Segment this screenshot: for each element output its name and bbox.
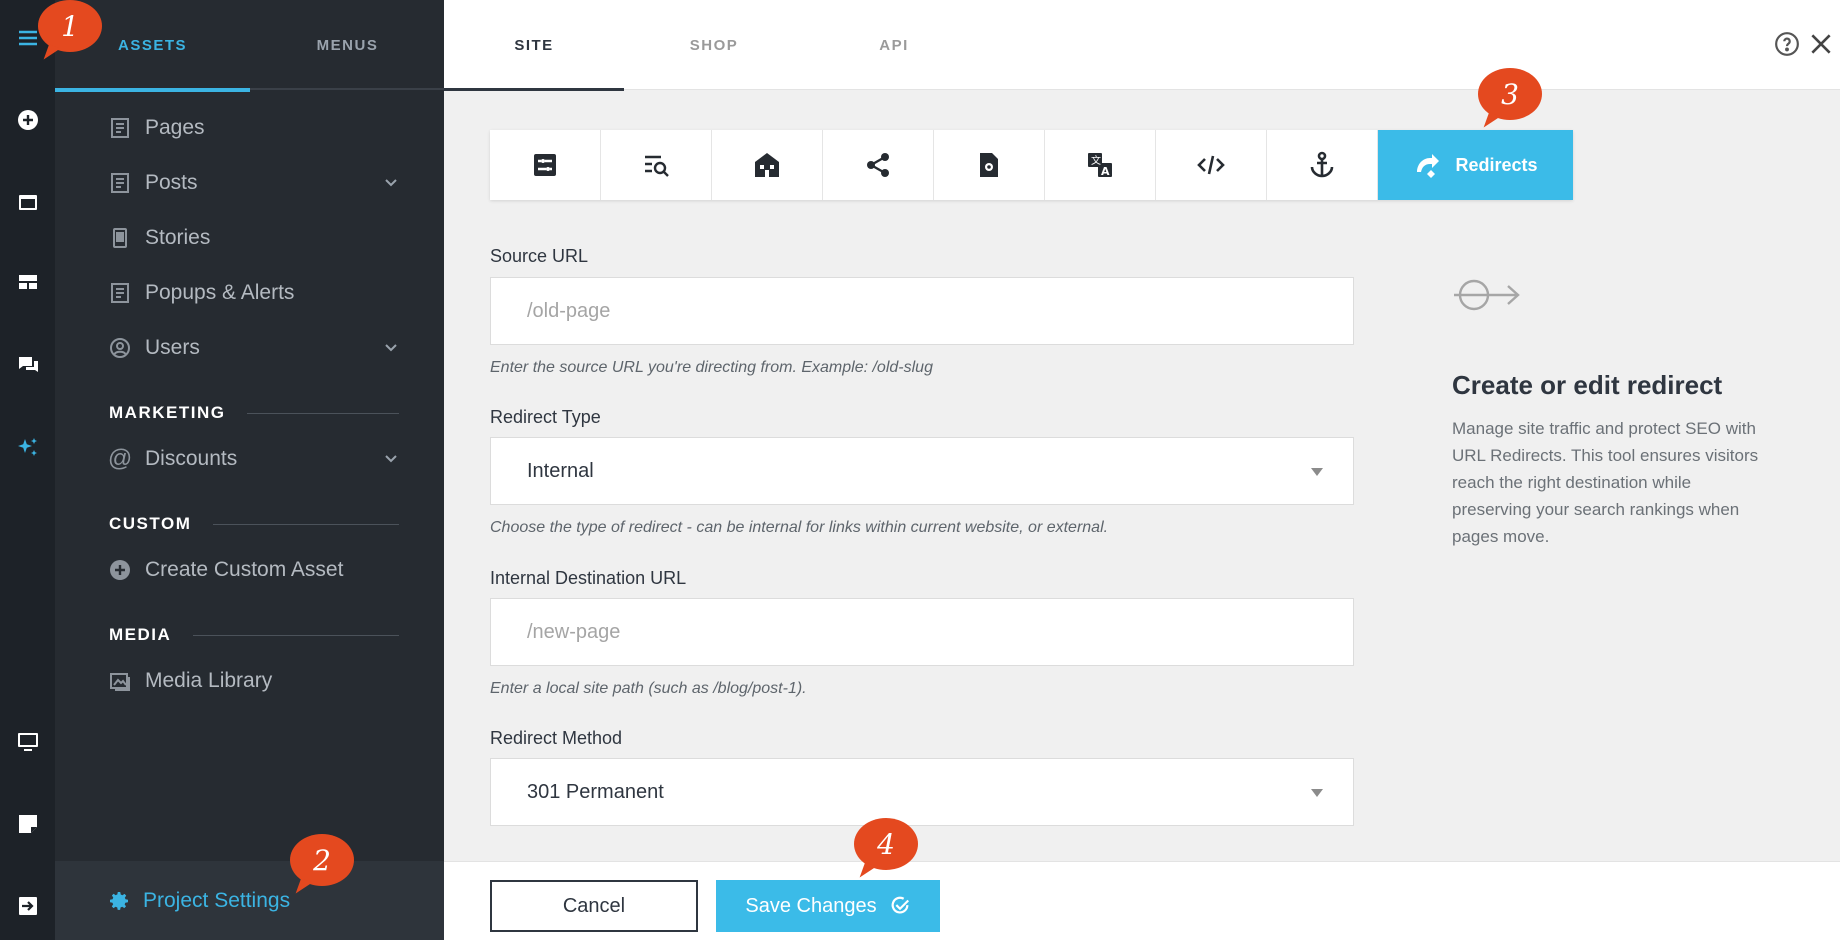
check-circle-icon bbox=[891, 896, 909, 914]
redirect-method-value: 301 Permanent bbox=[527, 780, 664, 803]
chevron-down-icon[interactable] bbox=[383, 339, 399, 355]
tab-api[interactable]: API bbox=[804, 0, 984, 90]
sidebar-item-pages[interactable]: Pages bbox=[109, 108, 399, 148]
comments-icon[interactable] bbox=[0, 345, 55, 385]
redirect-type-select[interactable]: Internal bbox=[490, 437, 1354, 505]
story-icon bbox=[109, 227, 131, 249]
sidebar-item-posts[interactable]: Posts bbox=[109, 163, 399, 203]
top-bar: SITE SHOP API bbox=[444, 0, 1840, 91]
sidebar-item-create-custom-asset[interactable]: Create Custom Asset bbox=[109, 550, 399, 590]
tab-shop[interactable]: SHOP bbox=[624, 0, 804, 90]
code-icon[interactable] bbox=[1156, 130, 1267, 200]
redirect-type-value: Internal bbox=[527, 459, 594, 482]
section-custom: CUSTOM bbox=[109, 509, 399, 539]
svg-text:文: 文 bbox=[1091, 154, 1101, 167]
sidebar-item-label: Create Custom Asset bbox=[145, 558, 344, 581]
redirects-label: Redirects bbox=[1455, 154, 1538, 175]
add-circle-icon bbox=[109, 559, 131, 581]
icon-rail bbox=[0, 0, 55, 940]
callout-badge: 3 bbox=[1478, 68, 1542, 120]
callout-badge: 1 bbox=[38, 0, 102, 52]
desktop-icon[interactable] bbox=[0, 722, 55, 762]
sidebar-item-discounts[interactable]: @ Discounts bbox=[107, 439, 399, 479]
assets-sidebar: ASSETS MENUS Pages Posts Stories Popups … bbox=[55, 0, 444, 940]
sidebar-item-label: Discounts bbox=[145, 447, 238, 470]
sidebar-item-users[interactable]: Users bbox=[109, 328, 399, 368]
save-changes-label: Save Changes bbox=[745, 894, 877, 917]
save-changes-button[interactable]: Save Changes bbox=[716, 880, 940, 932]
destination-url-input[interactable]: /new-page bbox=[490, 598, 1354, 666]
info-title: Create or edit redirect bbox=[1452, 370, 1723, 400]
user-circle-icon bbox=[109, 337, 131, 359]
dropdown-caret-icon bbox=[1311, 789, 1323, 797]
popup-icon bbox=[109, 282, 131, 304]
exit-icon[interactable] bbox=[0, 886, 55, 926]
redirect-method-label: Redirect Method bbox=[490, 728, 623, 748]
image-icon bbox=[109, 670, 131, 692]
sparkles-icon[interactable] bbox=[0, 428, 55, 468]
redirect-method-select[interactable]: 301 Permanent bbox=[490, 758, 1354, 826]
section-label: MARKETING bbox=[109, 403, 226, 422]
footer-bar: Cancel Save Changes bbox=[444, 861, 1840, 940]
section-label: CUSTOM bbox=[109, 514, 192, 533]
page-icon bbox=[109, 117, 131, 139]
settings-sliders-icon[interactable] bbox=[490, 130, 601, 200]
sidebar-item-label: Stories bbox=[145, 226, 211, 249]
divider bbox=[247, 412, 399, 414]
tab-menus[interactable]: MENUS bbox=[250, 0, 445, 90]
chevron-down-icon[interactable] bbox=[383, 174, 399, 190]
tab-site[interactable]: SITE bbox=[444, 0, 624, 91]
close-icon[interactable] bbox=[1808, 31, 1834, 57]
source-url-help: Enter the source URL you're directing fr… bbox=[490, 359, 933, 376]
share-icon[interactable] bbox=[823, 130, 934, 200]
source-url-input[interactable]: /old-page bbox=[490, 277, 1354, 345]
sidebar-item-label: Posts bbox=[145, 171, 198, 194]
svg-text:A: A bbox=[1101, 165, 1110, 178]
cancel-button[interactable]: Cancel bbox=[490, 880, 698, 932]
seo-search-icon[interactable] bbox=[601, 130, 712, 200]
translate-icon[interactable]: 文A bbox=[1045, 130, 1156, 200]
sidebar-item-popups-alerts[interactable]: Popups & Alerts bbox=[109, 273, 399, 313]
callout-badge: 4 bbox=[854, 818, 918, 870]
sidebar-tabs: ASSETS MENUS bbox=[55, 0, 445, 92]
file-settings-icon[interactable] bbox=[934, 130, 1045, 200]
callout-badge: 2 bbox=[290, 834, 354, 886]
sidebar-item-label: Media Library bbox=[145, 669, 273, 692]
project-settings-button[interactable]: Project Settings bbox=[55, 861, 444, 940]
dropdown-caret-icon bbox=[1311, 468, 1323, 476]
sidebar-item-media-library[interactable]: Media Library bbox=[109, 661, 399, 701]
add-circle-icon[interactable] bbox=[0, 100, 55, 140]
divider bbox=[213, 523, 399, 525]
section-label: MEDIA bbox=[109, 625, 172, 644]
redirects-tab[interactable]: Redirects bbox=[1378, 130, 1573, 200]
redirect-type-label: Redirect Type bbox=[490, 407, 601, 427]
chevron-down-icon[interactable] bbox=[383, 450, 399, 466]
window-icon[interactable] bbox=[0, 182, 55, 222]
sidebar-item-stories[interactable]: Stories bbox=[109, 218, 399, 258]
anchor-icon[interactable] bbox=[1267, 130, 1378, 200]
sidebar-item-label: Popups & Alerts bbox=[145, 281, 295, 304]
redirect-type-help: Choose the type of redirect - can be int… bbox=[490, 519, 1109, 536]
at-sign-icon: @ bbox=[107, 445, 133, 472]
seo-toolbar: 文A Redirects bbox=[490, 130, 1573, 200]
divider bbox=[193, 634, 399, 636]
info-description: Manage site traffic and protect SEO with… bbox=[1452, 419, 1759, 546]
sidebar-item-label: Pages bbox=[145, 116, 205, 139]
section-media: MEDIA bbox=[109, 620, 399, 650]
redirect-icon bbox=[1417, 154, 1440, 178]
project-settings-label: Project Settings bbox=[143, 888, 291, 912]
destination-url-help: Enter a local site path (such as /blog/p… bbox=[490, 680, 807, 697]
gear-icon bbox=[110, 891, 128, 910]
destination-url-label: Internal Destination URL bbox=[490, 568, 687, 588]
help-icon[interactable] bbox=[1774, 31, 1800, 57]
blocks-icon[interactable] bbox=[0, 263, 55, 303]
section-marketing: MARKETING bbox=[109, 398, 399, 428]
house-icon[interactable] bbox=[712, 130, 823, 200]
source-url-label: Source URL bbox=[490, 246, 589, 266]
post-icon bbox=[109, 172, 131, 194]
note-icon[interactable] bbox=[0, 804, 55, 844]
redirect-arrow-icon bbox=[1454, 279, 1520, 311]
sidebar-item-label: Users bbox=[145, 336, 200, 359]
